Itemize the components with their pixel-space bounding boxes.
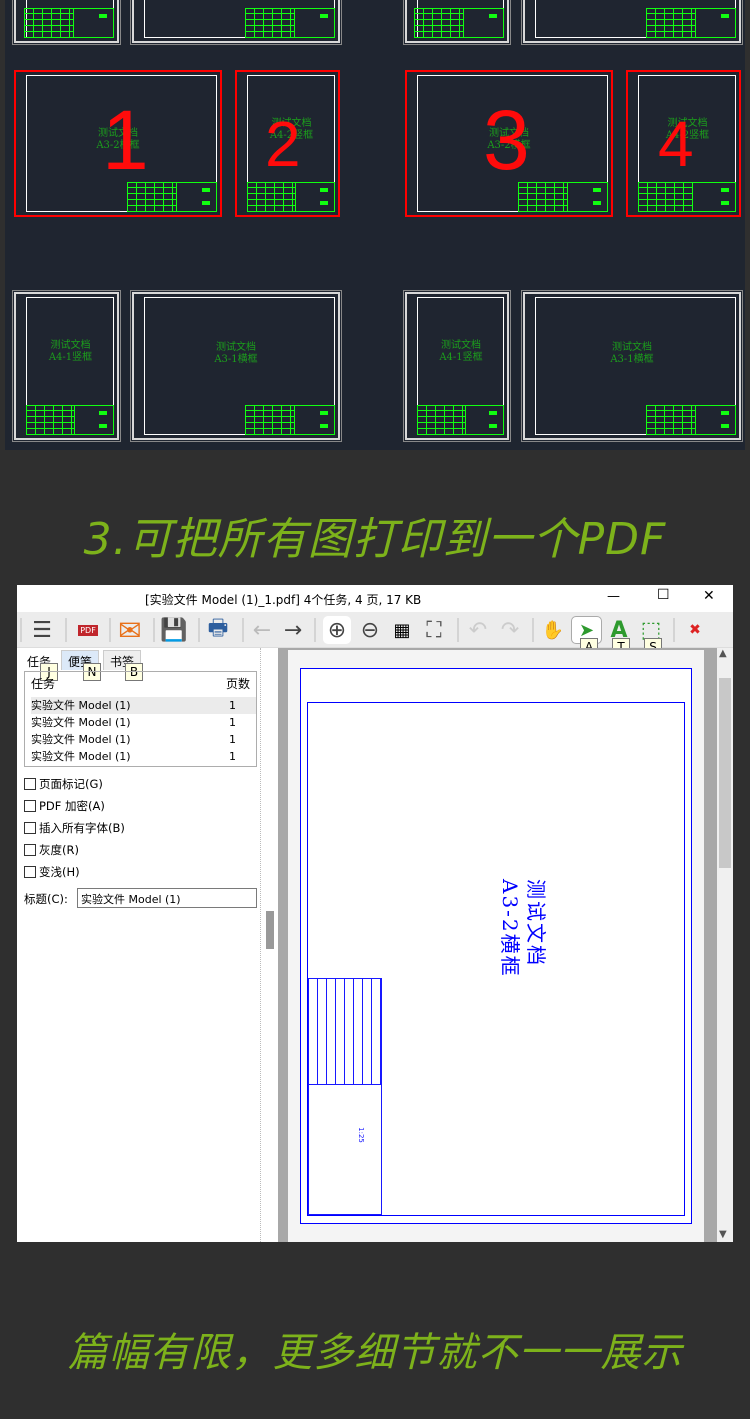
headline-more-details: 篇幅有限，更多细节就不一一展示 [67, 1330, 683, 1376]
window-title: [实验文件 Model (1)_1.pdf] 4个任务, 4 页, 17 KB [145, 593, 422, 607]
table-row[interactable]: 实验文件 Model (1) 1 [31, 748, 256, 765]
cad-frame-size: A3-1横框 [610, 354, 654, 365]
zoom-out-icon[interactable]: ⊖ [356, 616, 384, 644]
undo-icon[interactable]: ↶ [464, 616, 492, 644]
title-block: 1:25 [308, 978, 382, 1215]
title-label: 标题(C): [24, 892, 68, 906]
option-label: 页面标记(G) [39, 777, 103, 791]
back-arrow-icon[interactable]: ← [248, 616, 276, 644]
save-icon[interactable]: 💾 [160, 616, 188, 644]
print-icon[interactable]: 🖶 [204, 616, 232, 644]
title-input[interactable]: 实验文件 Model (1) [77, 888, 257, 908]
cad-drawing-preview: 测试文档 A3-2横框 1 测试文档 A4-2竖框 2 测试文档 A3-2横框 3 测… [5, 0, 745, 450]
mail-icon[interactable]: ✉ [116, 614, 144, 647]
task-name: 实验文件 Model (1) [31, 716, 131, 729]
checkbox-grayscale[interactable]: 灰度(R) [24, 842, 79, 858]
cad-frame-size: A4-1竖框 [48, 352, 93, 363]
pdf-printer-window: [实验文件 Model (1)_1.pdf] 4个任务, 4 页, 17 KB … [17, 585, 733, 1242]
option-label: PDF 加密(A) [39, 799, 105, 813]
preview-title-line2: A3-2横框 [498, 879, 522, 978]
minimize-button[interactable]: — [607, 589, 620, 604]
checkbox-page-marks[interactable]: 页面标记(G) [24, 776, 103, 792]
frame-number: 2 [265, 108, 301, 180]
cad-frame-selected-2[interactable]: 测试文档 A4-2竖框 2 [235, 70, 340, 217]
preview-title: 测试文档 A3-2横框 [497, 879, 549, 999]
table-row[interactable]: 实验文件 Model (1) 1 [31, 697, 256, 714]
cad-frame: 测试文档 A4-1竖框 [403, 290, 511, 442]
vertical-scrollbar[interactable]: ▲ ▼ [717, 648, 733, 1242]
cad-frame-label: 测试文档 [441, 340, 481, 351]
scroll-thumb[interactable] [719, 678, 731, 868]
task-pages: 1 [229, 750, 236, 763]
cad-frame: 测试文档 A3-1横框 [130, 290, 342, 442]
scroll-down-icon[interactable]: ▼ [719, 1229, 727, 1240]
pdf-file-button[interactable]: PDF [74, 616, 102, 644]
menu-icon[interactable]: ☰ [28, 616, 56, 644]
pdf-page: 1:25 测试文档 A3-2横框 [288, 650, 704, 1242]
title-bar: [实验文件 Model (1)_1.pdf] 4个任务, 4 页, 17 KB … [17, 585, 733, 611]
grid-view-icon[interactable]: ▦ [388, 616, 416, 644]
pdf-preview-area: 1:25 测试文档 A3-2横框 [278, 648, 717, 1242]
task-name: 实验文件 Model (1) [31, 699, 131, 712]
cad-frame: 测试文档 A3-1横框 [521, 290, 743, 442]
cad-frame-label: 测试文档 [50, 340, 91, 351]
close-button[interactable]: ✕ [703, 588, 715, 604]
pdf-icon: PDF [78, 624, 98, 636]
headline-print-to-pdf: 3.可把所有图打印到一个PDF [83, 514, 667, 565]
checkbox-pdf-encrypt[interactable]: PDF 加密(A) [24, 798, 105, 814]
table-row[interactable]: 实验文件 Model (1) 1 [31, 731, 256, 748]
cad-frame-size: A3-1横框 [214, 354, 258, 365]
option-label: 插入所有字体(B) [39, 821, 125, 835]
cad-frame-size: A4-1竖框 [439, 352, 483, 363]
task-pages: 1 [229, 716, 236, 729]
cad-frame: 测试文档 A4-1竖框 [12, 290, 121, 442]
header-pages: 页数 [225, 677, 250, 691]
cad-frame-selected-1[interactable]: 测试文档 A3-2横框 1 [14, 70, 222, 217]
cad-frame-label: 测试文档 [216, 342, 256, 353]
frame-number: 3 [483, 93, 530, 187]
hand-tool-icon[interactable]: ✋ [539, 616, 567, 644]
left-panel: 任务 便笺 书签 J N B 任务 页数 实验文件 Model (1) 1 实验文件… [17, 648, 267, 1242]
option-label: 灰度(R) [39, 843, 79, 857]
cad-frame [403, 0, 511, 45]
forward-arrow-icon[interactable]: → [279, 616, 307, 644]
table-header: 任务 页数 [31, 676, 256, 693]
maximize-button[interactable]: ☐ [657, 587, 670, 603]
table-row[interactable]: 实验文件 Model (1) 1 [31, 714, 256, 731]
header-task: 任务 [31, 677, 56, 691]
cad-frame-label: 测试文档 [612, 342, 652, 353]
cad-frame-selected-4[interactable]: 测试文档 A4-2竖框 4 [626, 70, 741, 217]
task-name: 实验文件 Model (1) [31, 750, 131, 763]
option-label: 变浅(H) [39, 865, 80, 879]
frame-number: 4 [658, 108, 694, 180]
toolbar: ☰ PDF ✉ 💾 🖶 ← → ⊕ ⊖ ▦ ⛶ ↶ ↷ ✋ ➤ A ⬚ ✖ A … [17, 612, 733, 656]
cad-frame [521, 0, 743, 45]
task-table: 任务 页数 实验文件 Model (1) 1 实验文件 Model (1) 1 实验文… [24, 671, 257, 767]
scroll-up-icon[interactable]: ▲ [719, 648, 727, 659]
task-pages: 1 [229, 699, 236, 712]
zoom-in-icon[interactable]: ⊕ [323, 616, 351, 644]
redo-icon[interactable]: ↷ [496, 616, 524, 644]
splitter-handle[interactable] [266, 911, 274, 949]
cad-frame [130, 0, 342, 45]
fit-page-icon[interactable]: ⛶ [420, 616, 448, 644]
delete-document-icon[interactable]: ✖ [681, 616, 709, 644]
preview-title-line1: 测试文档 [524, 879, 548, 967]
checkbox-lighten[interactable]: 变浅(H) [24, 864, 80, 880]
checkbox-embed-fonts[interactable]: 插入所有字体(B) [24, 820, 125, 836]
task-name: 实验文件 Model (1) [31, 733, 131, 746]
cad-frame-selected-3[interactable]: 测试文档 A3-2横框 3 [405, 70, 613, 217]
task-pages: 1 [229, 733, 236, 746]
cad-frame [12, 0, 121, 45]
scale-label: 1:25 [356, 1127, 365, 1143]
frame-number: 1 [102, 93, 149, 187]
